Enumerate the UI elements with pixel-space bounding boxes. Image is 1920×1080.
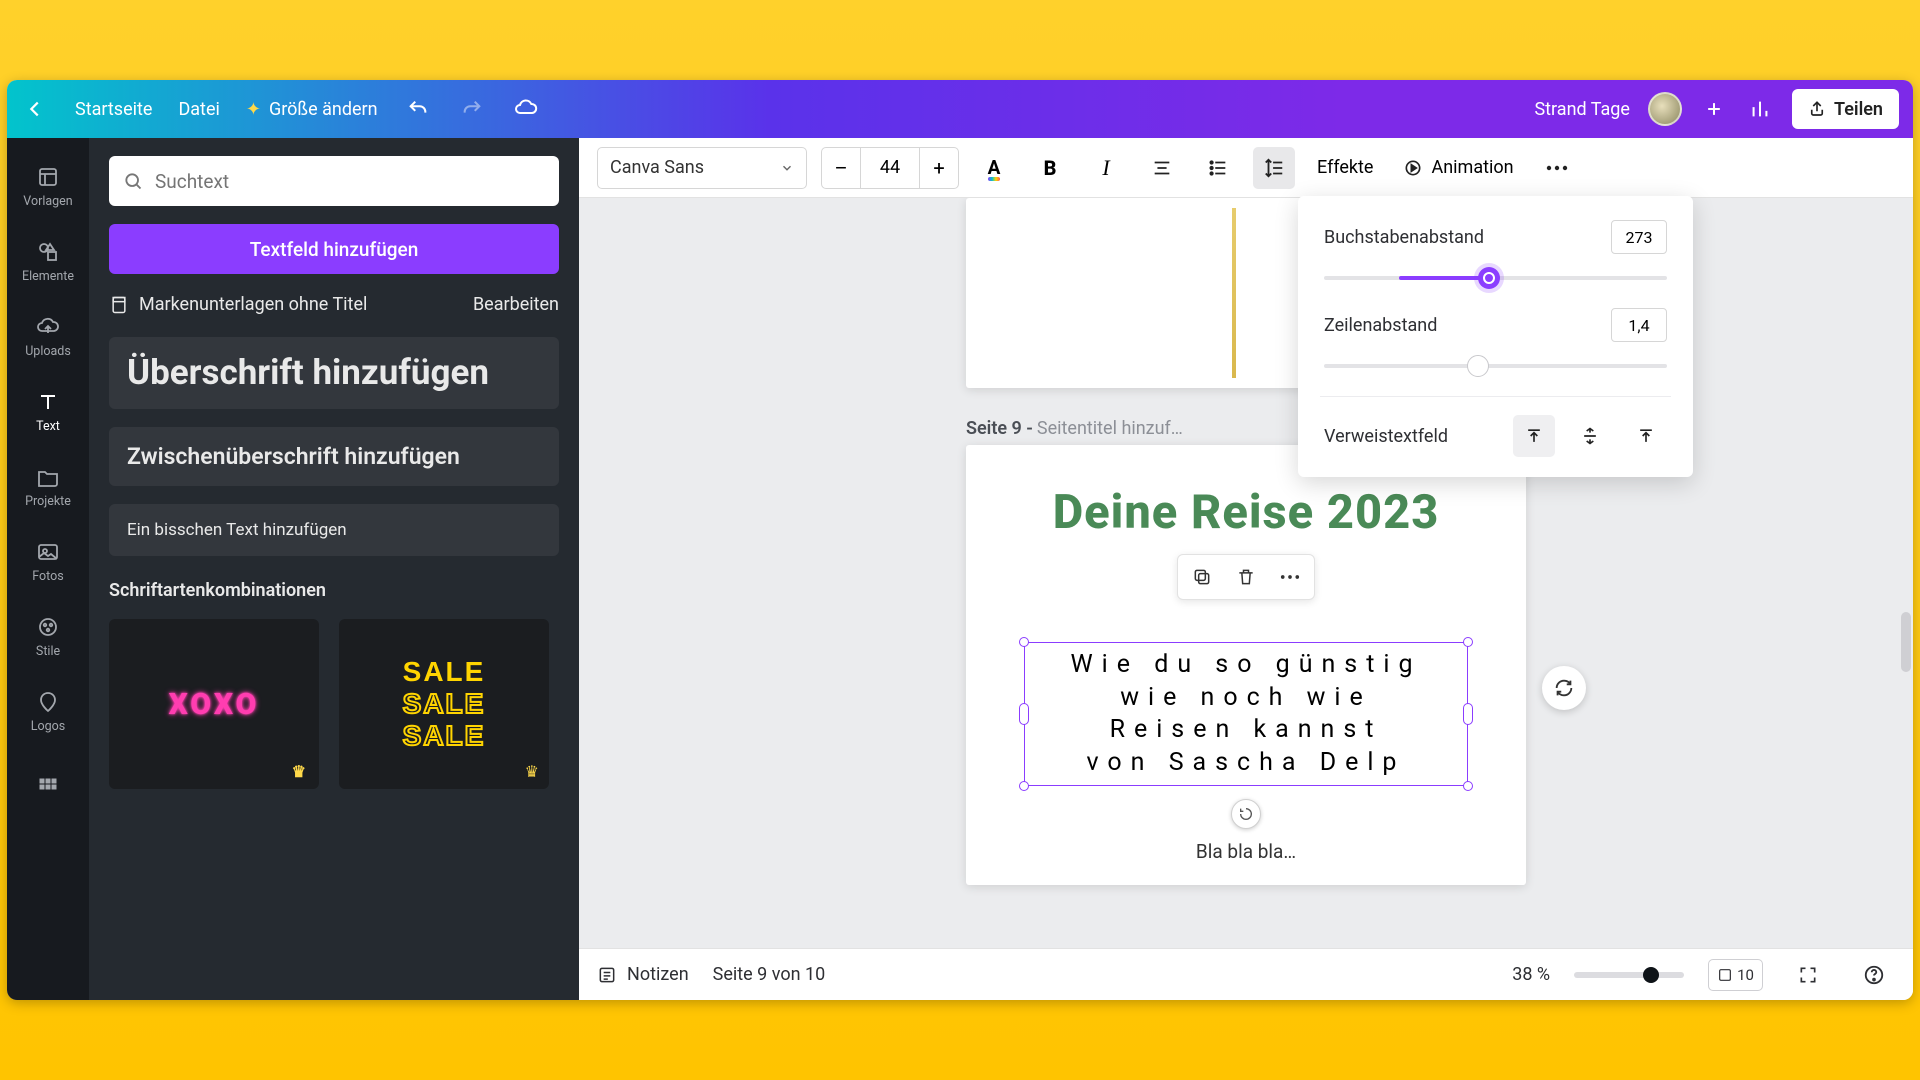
- align-button[interactable]: [1141, 147, 1183, 189]
- redo-icon[interactable]: [458, 95, 486, 123]
- list-button[interactable]: [1197, 147, 1239, 189]
- nav-uploads[interactable]: Uploads: [7, 306, 89, 367]
- duplicate-button[interactable]: [1182, 559, 1222, 595]
- font-combo-xoxo[interactable]: XOXO ♛: [109, 619, 319, 789]
- element-toolbar: [1177, 554, 1315, 600]
- letter-spacing-label: Buchstabenabstand: [1324, 227, 1484, 248]
- font-combos-title: Schriftartenkombinationen: [109, 580, 559, 601]
- font-size-stepper: – 44 +: [821, 147, 959, 189]
- avatar[interactable]: [1648, 92, 1682, 126]
- line-height-label: Zeilenabstand: [1324, 315, 1437, 336]
- canvas-body-text[interactable]: Bla bla bla…: [1196, 840, 1296, 863]
- anchor-middle-button[interactable]: [1569, 415, 1611, 457]
- anchor-bottom-button[interactable]: [1625, 415, 1667, 457]
- search-icon: [123, 171, 143, 191]
- cloud-sync-icon[interactable]: [512, 95, 540, 123]
- editor-area: Canva Sans – 44 + A B I: [579, 138, 1913, 1000]
- back-icon[interactable]: [21, 95, 49, 123]
- resize-handle[interactable]: [1463, 637, 1473, 647]
- nav-elements[interactable]: Elemente: [7, 231, 89, 292]
- nav-text[interactable]: Text: [7, 381, 89, 442]
- canvas-title-text[interactable]: Deine Reise 2023: [1053, 485, 1440, 540]
- anchor-top-button[interactable]: [1513, 415, 1555, 457]
- search-field[interactable]: [155, 170, 545, 193]
- effects-button[interactable]: Effekte: [1309, 147, 1381, 189]
- zoom-value[interactable]: 38 %: [1512, 964, 1550, 985]
- document-title[interactable]: Strand Tage: [1534, 99, 1630, 120]
- resize-handle[interactable]: [1019, 781, 1029, 791]
- resize-handle[interactable]: [1463, 703, 1473, 725]
- add-subheading[interactable]: Zwischenüberschrift hinzufügen: [109, 427, 559, 486]
- letter-spacing-input[interactable]: [1611, 220, 1667, 254]
- nav-styles[interactable]: Stile: [7, 606, 89, 667]
- nav-home[interactable]: Startseite: [75, 99, 152, 120]
- element-more-button[interactable]: [1270, 559, 1310, 595]
- regenerate-fab[interactable]: [1542, 666, 1586, 710]
- status-bar: Notizen Seite 9 von 10 38 % 10: [579, 948, 1913, 1000]
- line-height-input[interactable]: [1611, 308, 1667, 342]
- anchor-label: Verweistextfeld: [1324, 426, 1499, 447]
- text-toolbar: Canva Sans – 44 + A B I: [579, 138, 1913, 198]
- page-indicator: Seite 9 von 10: [713, 964, 826, 985]
- brand-kit-edit[interactable]: Bearbeiten: [473, 294, 559, 315]
- crown-icon: ♛: [292, 762, 309, 781]
- spacing-button[interactable]: [1253, 147, 1295, 189]
- italic-button[interactable]: I: [1085, 147, 1127, 189]
- add-body-text[interactable]: Ein bisschen Text hinzufügen: [109, 504, 559, 556]
- nav-file[interactable]: Datei: [178, 99, 219, 120]
- add-textbox-button[interactable]: Textfeld hinzufügen: [109, 224, 559, 274]
- page-9[interactable]: Deine Reise 2023: [966, 445, 1526, 885]
- bold-button[interactable]: B: [1029, 147, 1071, 189]
- line-height-slider[interactable]: [1324, 356, 1667, 376]
- animation-button[interactable]: Animation: [1395, 147, 1521, 189]
- font-size-value[interactable]: 44: [861, 147, 919, 189]
- animation-icon: [1403, 158, 1423, 178]
- font-family-select[interactable]: Canva Sans: [597, 147, 807, 189]
- scrollbar[interactable]: [1901, 612, 1911, 672]
- nav-more[interactable]: [7, 766, 89, 808]
- share-button[interactable]: Teilen: [1792, 89, 1899, 129]
- nav-photos[interactable]: Fotos: [7, 531, 89, 592]
- insights-icon[interactable]: [1746, 95, 1774, 123]
- undo-icon[interactable]: [404, 95, 432, 123]
- font-combo-sale[interactable]: SALE SALE SALE ♛: [339, 619, 549, 789]
- font-size-decrease[interactable]: –: [821, 147, 861, 189]
- top-bar: Startseite Datei ✦ Größe ändern Strand: [7, 80, 1913, 138]
- nav-templates[interactable]: Vorlagen: [7, 156, 89, 217]
- delete-button[interactable]: [1226, 559, 1266, 595]
- notes-button[interactable]: Notizen: [597, 964, 689, 985]
- chevron-down-icon: [780, 161, 794, 175]
- side-nav: Vorlagen Elemente Uploads Text Projekte: [7, 138, 89, 1000]
- letter-spacing-slider[interactable]: [1324, 268, 1667, 288]
- add-member-icon[interactable]: [1700, 95, 1728, 123]
- zoom-slider[interactable]: [1574, 972, 1684, 978]
- text-panel: Textfeld hinzufügen Markenunterlagen ohn…: [89, 138, 579, 1000]
- add-heading[interactable]: Überschrift hinzufügen: [109, 337, 559, 409]
- crown-icon: ♛: [525, 762, 539, 781]
- selected-text-element[interactable]: Wie du so günstig wie noch wie Reisen ka…: [1024, 642, 1468, 786]
- resize-handle[interactable]: [1019, 637, 1029, 647]
- font-size-increase[interactable]: +: [919, 147, 959, 189]
- brand-kit-icon: [109, 295, 129, 315]
- nav-resize[interactable]: ✦ Größe ändern: [246, 99, 378, 120]
- page-title-input[interactable]: Seitentitel hinzuf…: [1037, 418, 1183, 439]
- resize-handle[interactable]: [1019, 703, 1029, 725]
- help-button[interactable]: [1853, 954, 1895, 996]
- rotate-handle[interactable]: [1231, 799, 1261, 829]
- more-button[interactable]: [1536, 147, 1578, 189]
- brand-kit-label[interactable]: Markenunterlagen ohne Titel: [139, 294, 367, 315]
- fullscreen-button[interactable]: [1787, 954, 1829, 996]
- search-input[interactable]: [109, 156, 559, 206]
- page-number-label: Seite 9 -: [966, 418, 1033, 439]
- spacing-popover: Buchstabenabstand Zeilenabstand: [1298, 196, 1693, 477]
- nav-logos[interactable]: Logos: [7, 681, 89, 742]
- sparkle-icon: ✦: [246, 99, 261, 120]
- text-color-button[interactable]: A: [973, 147, 1015, 189]
- nav-projects[interactable]: Projekte: [7, 456, 89, 517]
- page-count-button[interactable]: 10: [1708, 959, 1763, 991]
- resize-handle[interactable]: [1463, 781, 1473, 791]
